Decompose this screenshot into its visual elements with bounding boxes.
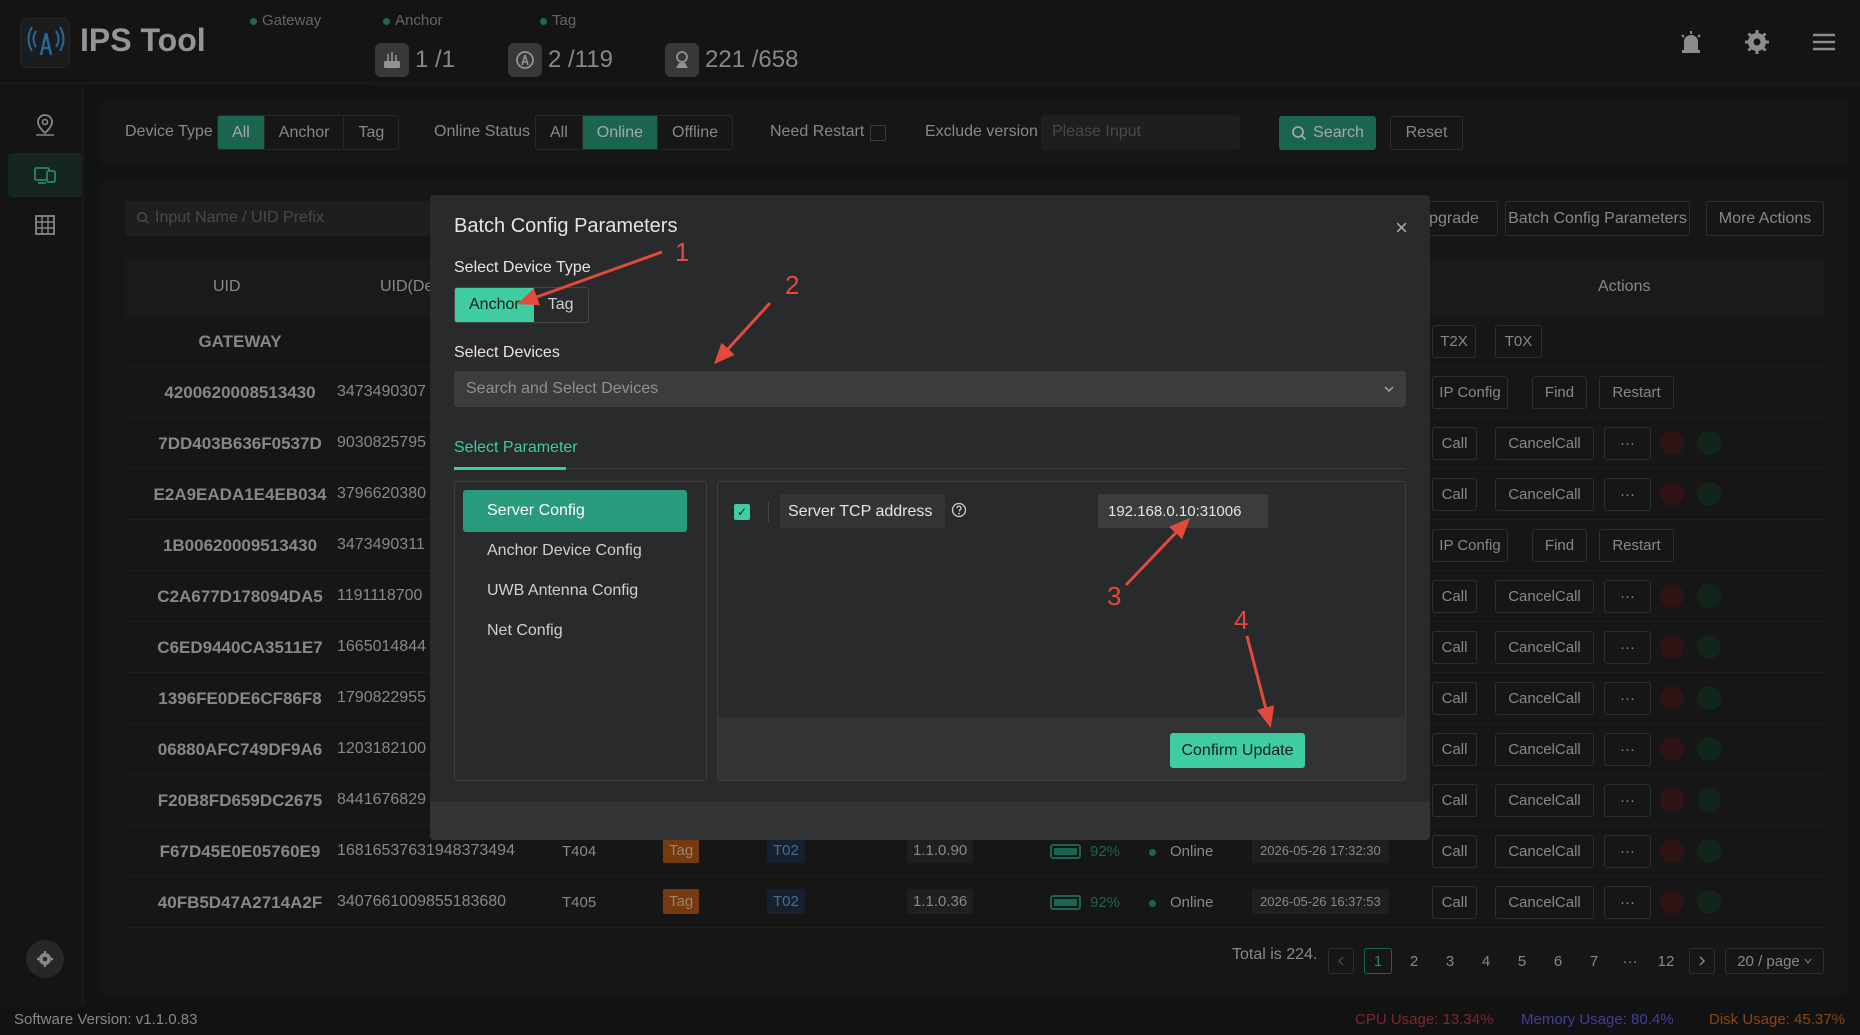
arrow-2 [713, 301, 772, 365]
annotation-4: 4 [1234, 605, 1249, 635]
annotation-arrows [517, 250, 1275, 728]
annotation-2: 2 [785, 270, 800, 300]
arrow-4 [1245, 635, 1275, 728]
annotation-1: 1 [675, 237, 690, 267]
arrow-1 [517, 250, 663, 306]
annotation-3: 3 [1107, 581, 1122, 611]
arrow-3 [1124, 517, 1191, 587]
